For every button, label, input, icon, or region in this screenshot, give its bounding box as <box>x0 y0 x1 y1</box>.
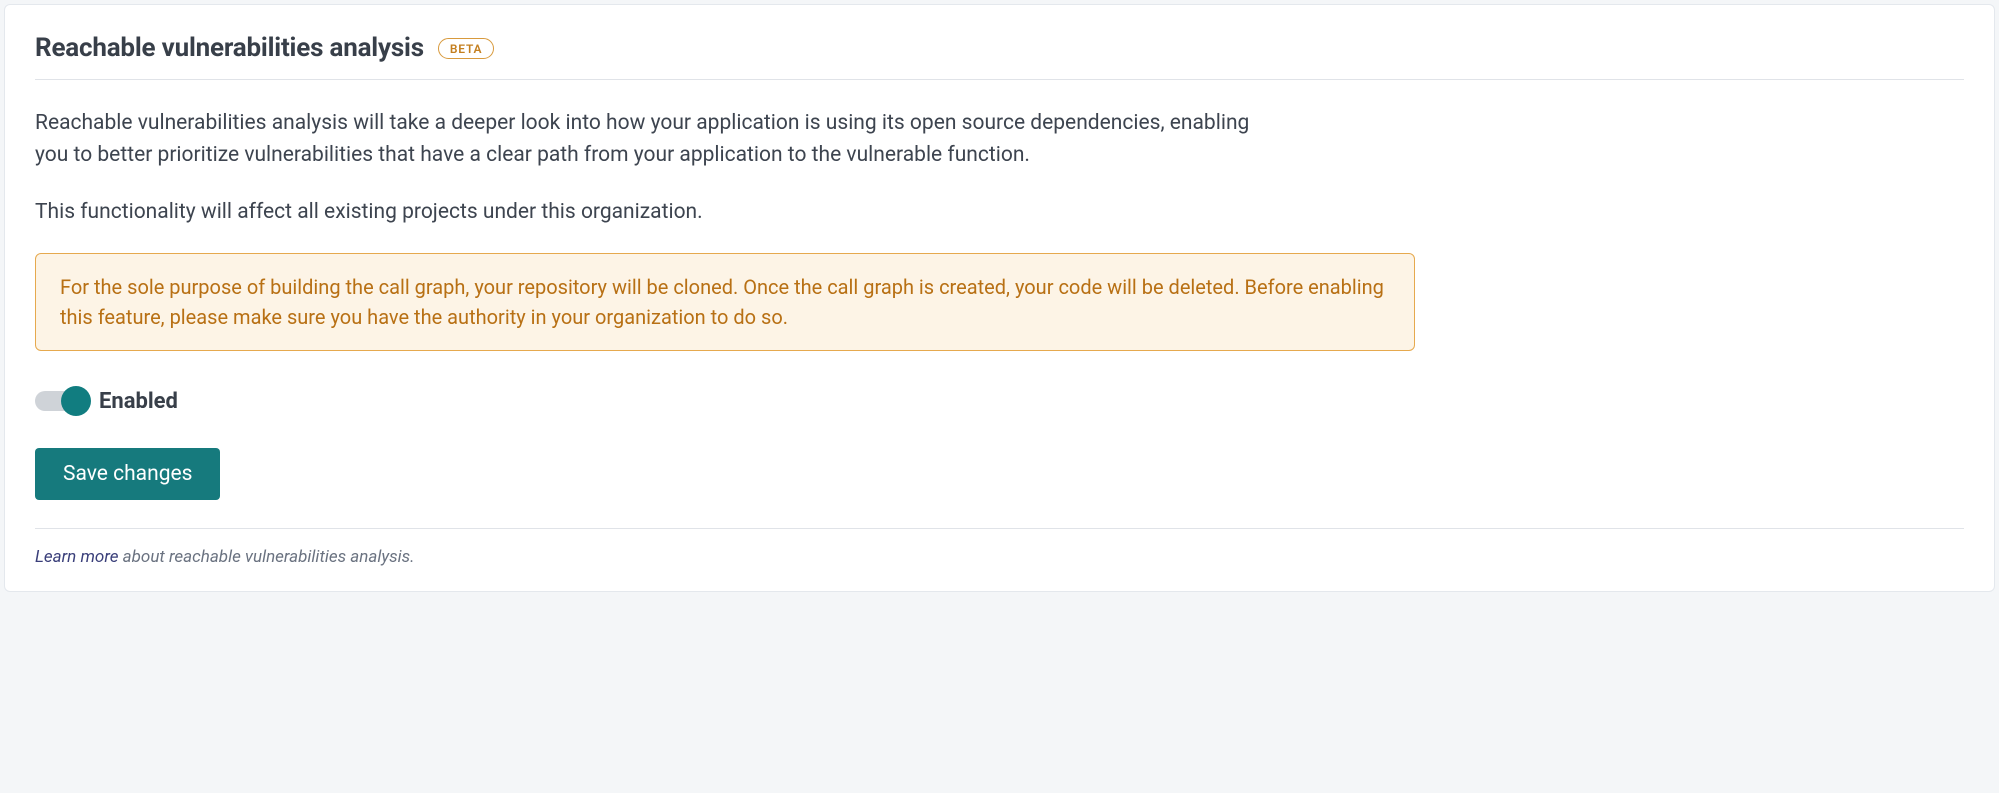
card-title: Reachable vulnerabilities analysis <box>35 33 424 63</box>
description-block: Reachable vulnerabilities analysis will … <box>35 108 1275 229</box>
warning-notice: For the sole purpose of building the cal… <box>35 253 1415 351</box>
enabled-toggle[interactable] <box>35 391 87 411</box>
divider <box>35 528 1964 529</box>
footer-suffix: about reachable vulnerabilities analysis… <box>119 547 415 567</box>
settings-card: Reachable vulnerabilities analysis BETA … <box>4 4 1995 592</box>
description-paragraph-2: This functionality will affect all exist… <box>35 197 1275 229</box>
card-header: Reachable vulnerabilities analysis BETA <box>35 33 1964 80</box>
toggle-row: Enabled <box>35 389 1964 414</box>
footer-text: Learn more about reachable vulnerabiliti… <box>35 547 1964 567</box>
learn-more-link[interactable]: Learn more <box>35 547 119 567</box>
save-changes-button[interactable]: Save changes <box>35 448 220 500</box>
description-paragraph-1: Reachable vulnerabilities analysis will … <box>35 108 1275 171</box>
beta-badge: BETA <box>438 38 495 59</box>
toggle-label: Enabled <box>99 389 178 414</box>
toggle-knob <box>61 386 91 416</box>
